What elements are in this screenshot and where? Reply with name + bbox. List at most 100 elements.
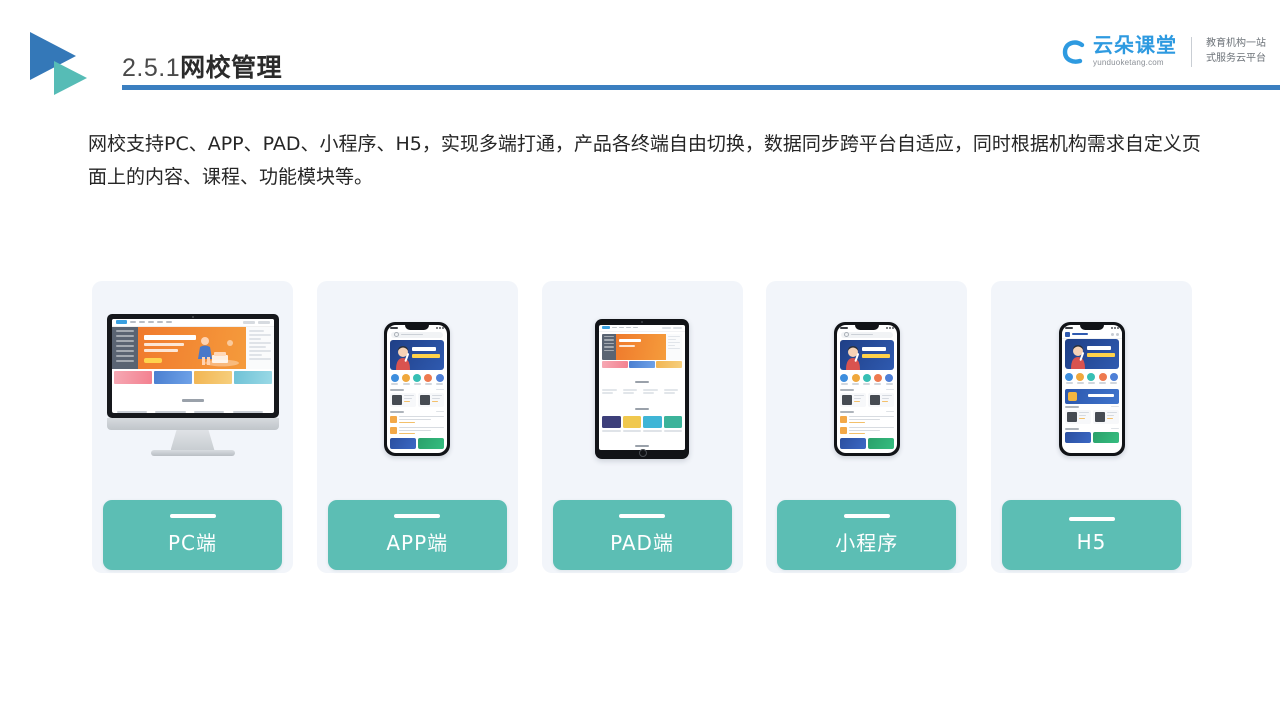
quick-action-item[interactable]: [1087, 372, 1096, 384]
section-heading-bar: [181, 398, 204, 402]
pill-accent-bar: [843, 514, 890, 518]
device-label-pill-pc[interactable]: PC端: [103, 500, 282, 570]
quick-action-item[interactable]: [435, 373, 444, 385]
promo-banner[interactable]: [867, 437, 894, 449]
user-icon[interactable]: [1115, 332, 1119, 336]
promo-card[interactable]: [602, 361, 628, 368]
course-tile[interactable]: [602, 416, 621, 428]
quick-action-item[interactable]: [873, 373, 882, 385]
promo-card[interactable]: [656, 361, 683, 368]
search-icon: [394, 332, 400, 337]
course-card[interactable]: [839, 392, 866, 407]
section-heading: [599, 434, 685, 450]
device-card-app[interactable]: APP端: [316, 281, 518, 573]
website-section-heading: [112, 386, 274, 409]
course-captions: [602, 430, 682, 432]
tablet-home-button[interactable]: [639, 448, 647, 457]
cloud-icon: [1060, 38, 1090, 66]
quick-action-item[interactable]: [1065, 372, 1074, 384]
course-card[interactable]: [867, 392, 894, 407]
phone-mockup-icon: [1058, 321, 1125, 456]
hero-cta-button[interactable]: [143, 357, 162, 363]
section-header: [839, 410, 894, 413]
course-card[interactable]: [418, 392, 445, 407]
list-item[interactable]: [839, 426, 894, 436]
course-card[interactable]: [194, 410, 230, 413]
menu-icon[interactable]: [1110, 332, 1114, 336]
section-title-cn: 网校管理: [180, 54, 283, 82]
device-label-pill-app[interactable]: APP端: [327, 500, 507, 570]
promo-banner[interactable]: [418, 437, 445, 449]
device-label-pill-miniprogram[interactable]: 小程序: [777, 500, 957, 570]
quick-action-item[interactable]: [390, 373, 399, 385]
promo-card[interactable]: [233, 370, 272, 384]
course-pair-row: [839, 392, 894, 407]
item-icon: [839, 415, 847, 423]
promo-banner[interactable]: [1064, 431, 1091, 443]
section-header: [1064, 405, 1119, 408]
course-card[interactable]: [116, 410, 153, 413]
device-label-pill-h5[interactable]: H5: [1002, 500, 1181, 570]
device-label-text: APP端: [386, 531, 449, 555]
quick-action-item[interactable]: [413, 373, 422, 385]
hero-banner[interactable]: [616, 333, 666, 360]
promo-card[interactable]: [629, 361, 655, 368]
tablet-nav-right: [662, 326, 682, 329]
promo-card[interactable]: [193, 370, 232, 384]
site-name: [1071, 333, 1088, 335]
course-thumbnail: [841, 394, 852, 405]
category-sidebar: [602, 333, 616, 360]
course-tile[interactable]: [643, 416, 662, 428]
promo-banner[interactable]: [839, 437, 866, 449]
search-input[interactable]: [391, 331, 444, 338]
course-card[interactable]: [390, 392, 417, 407]
promo-banner[interactable]: [390, 437, 417, 449]
promo-card[interactable]: [113, 370, 152, 384]
course-card[interactable]: [155, 410, 191, 413]
search-input[interactable]: [840, 331, 893, 338]
h5-hero-banner[interactable]: [1064, 338, 1119, 369]
quick-action-item[interactable]: [1098, 372, 1107, 384]
course-card[interactable]: [1064, 409, 1091, 424]
course-meta: [1106, 411, 1117, 422]
quick-action-item[interactable]: [1076, 372, 1085, 384]
course-card[interactable]: [1092, 409, 1119, 424]
course-tile[interactable]: [622, 416, 641, 428]
phone-mockup-icon: [384, 321, 451, 456]
quick-action-item[interactable]: [402, 373, 411, 385]
promo-banner-row: [1064, 431, 1119, 443]
quick-action-item[interactable]: [885, 373, 894, 385]
hero-headline: [143, 334, 196, 355]
device-card-miniprogram[interactable]: 小程序: [766, 281, 968, 573]
course-tile[interactable]: [663, 416, 682, 428]
h5-header-actions: [1110, 332, 1119, 336]
h5-promo-banner[interactable]: [1064, 388, 1119, 404]
quick-action-row: [837, 370, 897, 388]
device-label-text: 小程序: [835, 531, 899, 555]
app-hero-banner[interactable]: [390, 339, 445, 370]
quick-action-item[interactable]: [840, 373, 849, 385]
course-card[interactable]: [232, 410, 269, 413]
quick-action-item[interactable]: [851, 373, 860, 385]
quick-action-item[interactable]: [424, 373, 433, 385]
promo-banner[interactable]: [1092, 431, 1119, 443]
device-card-pad[interactable]: PAD端: [541, 281, 743, 573]
promo-card[interactable]: [153, 370, 192, 384]
device-card-pc[interactable]: PC端: [92, 281, 293, 573]
quick-action-item[interactable]: [1109, 372, 1118, 384]
app-hero-banner[interactable]: [839, 339, 894, 370]
page-title: 2.5.1网校管理: [122, 48, 282, 84]
device-label-pill-pad[interactable]: PAD端: [552, 500, 732, 570]
tablet-hero: [602, 333, 682, 360]
quick-action-item[interactable]: [862, 373, 871, 385]
list-item[interactable]: [390, 426, 445, 436]
course-meta: [853, 394, 864, 405]
list-item[interactable]: [839, 415, 894, 425]
banner-headline: [861, 346, 890, 361]
device-card-h5[interactable]: H5: [991, 281, 1192, 573]
list-item[interactable]: [390, 415, 445, 425]
section-header: [390, 388, 445, 391]
tablet-body: [595, 318, 689, 459]
tablet-camera-icon: [641, 321, 643, 323]
website-course-list: [112, 409, 274, 413]
